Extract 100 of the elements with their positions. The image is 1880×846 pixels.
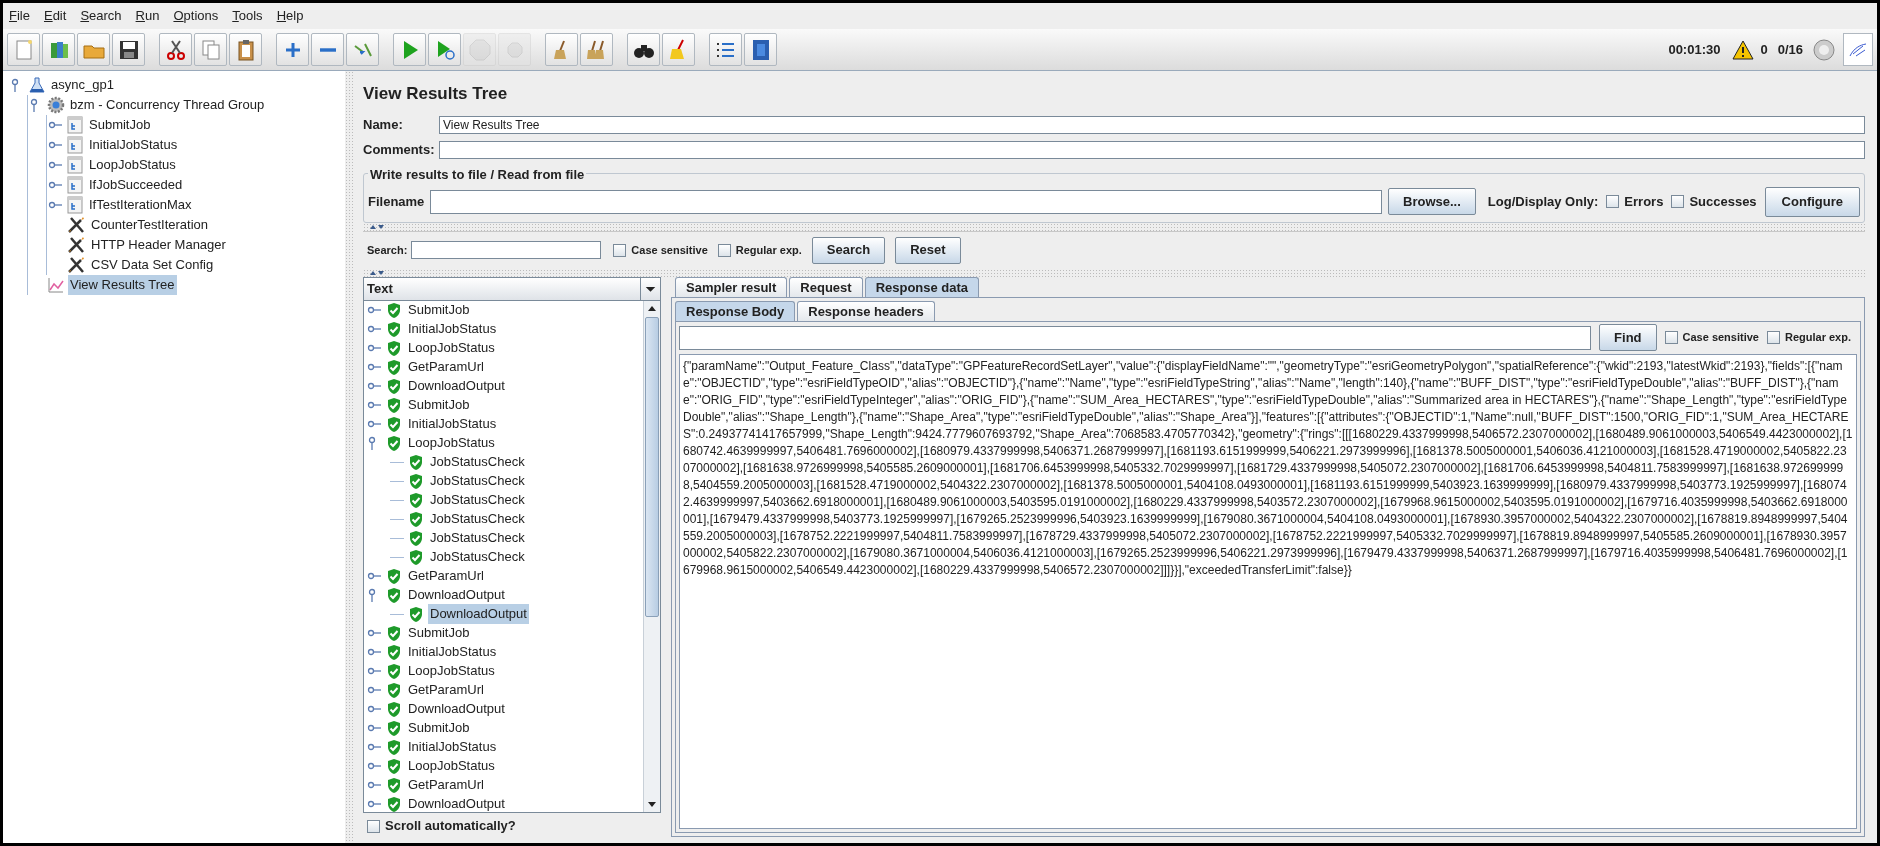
checkbox[interactable] [1664, 331, 1678, 344]
feather-icon [1848, 41, 1868, 58]
menu-item[interactable]: Options [173, 6, 219, 26]
name-field[interactable]: View Results Tree [439, 116, 1865, 134]
tab[interactable]: Response headers [797, 300, 935, 321]
minus-icon [319, 47, 336, 52]
tree-item[interactable]: CounterTestIteration [89, 215, 211, 235]
result-item[interactable]: SubmitJob [406, 623, 472, 643]
shield-check-icon [386, 681, 402, 699]
result-item[interactable]: JobStatusCheck [428, 452, 527, 472]
successes-label: Successes [1689, 192, 1757, 211]
shield-check-icon [386, 738, 402, 756]
result-item[interactable]: GetParamUrl [406, 566, 486, 586]
document-icon [66, 116, 84, 134]
tab[interactable]: Response data [864, 276, 980, 297]
stop-icon [467, 37, 492, 62]
shield-check-icon [408, 605, 424, 623]
result-item[interactable]: GetParamUrl [406, 775, 486, 795]
checkbox[interactable] [1766, 331, 1780, 344]
toolbar-button[interactable] [744, 33, 777, 66]
result-item[interactable]: JobStatusCheck [428, 509, 527, 529]
toolbar-button[interactable] [112, 33, 145, 66]
reset-button[interactable]: Reset [895, 236, 961, 264]
menu-item[interactable]: Help [276, 6, 304, 26]
result-item[interactable]: GetParamUrl [406, 680, 486, 700]
result-item[interactable]: DownloadOutput [406, 794, 507, 812]
menu-item[interactable]: Run [135, 6, 160, 26]
result-item[interactable]: LoopJobStatus [406, 433, 497, 453]
checkbox[interactable] [717, 243, 731, 257]
tree-item[interactable]: async_gp1 [49, 75, 116, 95]
thread-count: 0/16 [1777, 40, 1803, 59]
filename-field[interactable] [430, 189, 1383, 214]
result-item[interactable]: LoopJobStatus [406, 661, 497, 681]
checkbox[interactable] [613, 243, 627, 257]
chart-icon [47, 276, 65, 294]
wrench-icon [66, 255, 86, 275]
result-item[interactable]: DownloadOutput [428, 604, 529, 624]
checkbox[interactable] [1606, 195, 1620, 208]
find-button[interactable]: Find [1599, 324, 1657, 351]
response-body-text: {"paramName":"Output_Feature_Class","dataType":"GPFeatureRecordSetLayer","value":{"displayFieldName":"","geometryType":"esriGeometryPolygon","spatialReference":{"wkid":2193,"latestWkid":2193},"fields":[{"name":"OBJECTID","type":"esriFieldTypeOID","alias":"OBJECTID"},{"name":"Name","type":"esriFieldTypeString","alias":"Name","length":140},{"name":"BUFF_DIST","type":"esriFieldTypeDouble","alias":"BUFF_DIST"},{"name":"ORIG_FID","type":"esriFieldTypeInteger","alias":"ORIG_FID"},{"name":"SUM_Area_HECTARES","type":"esriFieldTypeDouble","alias":"Summarized area in HECTARES"},{"name":"Shape_Length","type":"esriFieldTypeDouble","alias":"Shape_Length"},{"name":"Shape_Area","type":"esriFieldTypeDouble","alias":"Shape_Area"}],"features":[{"attributes":{"OBJECTID":1,"Name":null,"BUFF_DIST":1500,"ORIG_FID":1,"SUM_Area_HECTARES":0.24937741417657999,"Shape_Length":9424.7779607693792,"Shape_Area":7068583.4705770342},"geometry":{"rings":[[[1680229.4337999998,5406572.2307000002],[1680489.9061000003,5406549.4423000002],[1680742.4639999997,5406481.7696000002],[1680979.4337999998,5406371.2687999997],[1681193.6151999999,5406221.2973999996],[1681378.5005000001,5406036.4121000003],[1681528.4719000002,5405822.2307000002],[1681638.9726999998,5405585.2609000001],[1681706.6453999998,5405332.7029999997],[1681729.4337999998,5405072.2307000002],[1681706.6453999998,5404811.7583999997],[1681638.9726999998,5404559.2005000003],[1681528.4719000002,5404322.2307000002],[1681378.5005000001,5404108.0493000001],[1681193.6151999999,5403923.1639999999],[1680979.4337999998,5403773.1925999997],[1680742.4639999997,5403662.6918000001],[1680489.9061000003,5403595.0191000002],[1680229.4337999998,5403572.2307000002],[1679968.9615000002,5403595.0191000002],[1679716.4035999998,5403662.6918000001],[1679479.4337999998,5403773.1925999997],[1679265.2523999996,5403923.1639999999],[1679080.3671000004,5404108.0493000001],[1678930.3957000002,5404322.2307000002],[1678819.8948999997,5404559.2005000003],[1678752.2221999997,5404811.7583999997],[1678729.4337999998,5405072.2307000002],[1678752.2221999997,5405332.7029999997],[1678819.8948999997,5405585.2609000001],[1678930.3957000002,5405822.2307000002],[1679080.3671000004,5406036.4121000003],[1679265.2523999996,5406221.2973999996],[1679479.4337999998,5406371.2687999997],[1679716.4035999998,5406481.7696000002],[1679968.9615000002,5406549.4423000002],[1680229.4337999998,5406572.2307000002]]]}}],"exceededTransferLimit":false}} [683, 357, 1853, 579]
shield-check-icon [386, 396, 402, 414]
search-button[interactable]: Search [811, 236, 886, 264]
browse-button[interactable]: Browse... [1388, 188, 1476, 215]
result-item[interactable]: JobStatusCheck [428, 528, 527, 548]
errors-label: Errors [1624, 192, 1664, 211]
column-header[interactable]: Text [364, 277, 660, 301]
log-display-label: Log/Display Only: [1487, 192, 1599, 211]
tab[interactable]: Response Body [675, 300, 796, 321]
result-item[interactable]: DownloadOutput [406, 585, 507, 605]
find-field[interactable] [679, 325, 1592, 350]
tree-item[interactable]: bzm - Concurrency Thread Group [68, 95, 267, 115]
remote-icon[interactable] [1813, 38, 1835, 61]
shield-check-icon [386, 624, 402, 642]
flask-icon [28, 76, 46, 94]
tab[interactable]: Sampler result [675, 276, 788, 297]
tree-item[interactable]: LoopJobStatus [87, 155, 178, 175]
tree-item[interactable]: CSV Data Set Config [89, 255, 216, 275]
shield-check-icon [386, 415, 402, 433]
result-item[interactable]: InitialJobStatus [406, 414, 499, 434]
result-item[interactable]: JobStatusCheck [428, 471, 527, 491]
result-item[interactable]: DownloadOutput [406, 699, 507, 719]
menu-item[interactable]: Search [80, 6, 122, 26]
result-item[interactable]: DownloadOutput [406, 376, 507, 396]
result-item[interactable]: InitialJobStatus [406, 737, 499, 757]
tab[interactable]: Request [789, 276, 863, 297]
tree-item[interactable]: IfTestIterationMax [87, 195, 194, 215]
menu-item[interactable]: Edit [43, 6, 67, 26]
menu-item[interactable]: Tools [232, 6, 263, 26]
tree-item[interactable]: View Results Tree [68, 275, 177, 295]
configure-button[interactable]: Configure [1764, 186, 1860, 217]
result-item[interactable]: SubmitJob [406, 395, 472, 415]
tree-item[interactable]: HTTP Header Manager [89, 235, 228, 255]
scrollbar[interactable] [643, 300, 660, 812]
result-item[interactable]: InitialJobStatus [406, 642, 499, 662]
splitter-arrows-icon[interactable] [369, 223, 385, 230]
tree-item[interactable]: SubmitJob [87, 115, 153, 135]
shield-check-icon [386, 320, 402, 338]
result-item[interactable]: GetParamUrl [406, 357, 486, 377]
search-field[interactable] [411, 241, 602, 259]
result-item[interactable]: SubmitJob [406, 300, 472, 320]
result-item[interactable]: JobStatusCheck [428, 490, 527, 510]
result-item[interactable]: SubmitJob [406, 718, 472, 738]
tree-item[interactable]: IfJobSucceeded [87, 175, 185, 195]
plus-icon [284, 41, 301, 58]
shield-check-icon [386, 700, 402, 718]
result-item[interactable]: InitialJobStatus [406, 319, 499, 339]
log-viewer-button[interactable] [1843, 33, 1873, 66]
toolbar-button[interactable] [627, 33, 660, 66]
checkbox[interactable] [367, 819, 380, 833]
result-item[interactable]: LoopJobStatus [406, 756, 497, 776]
tree-item[interactable]: InitialJobStatus [87, 135, 180, 155]
checkbox[interactable] [1671, 195, 1685, 208]
menu-item[interactable]: File [9, 6, 30, 26]
toolbar-button[interactable] [159, 33, 192, 66]
result-item[interactable]: JobStatusCheck [428, 547, 527, 567]
splitter-arrows-icon[interactable] [369, 269, 385, 276]
panel-title: View Results Tree [363, 83, 509, 105]
warning-icon[interactable] [1732, 39, 1755, 60]
comments-field[interactable] [439, 141, 1865, 159]
result-item[interactable]: LoopJobStatus [406, 338, 497, 358]
